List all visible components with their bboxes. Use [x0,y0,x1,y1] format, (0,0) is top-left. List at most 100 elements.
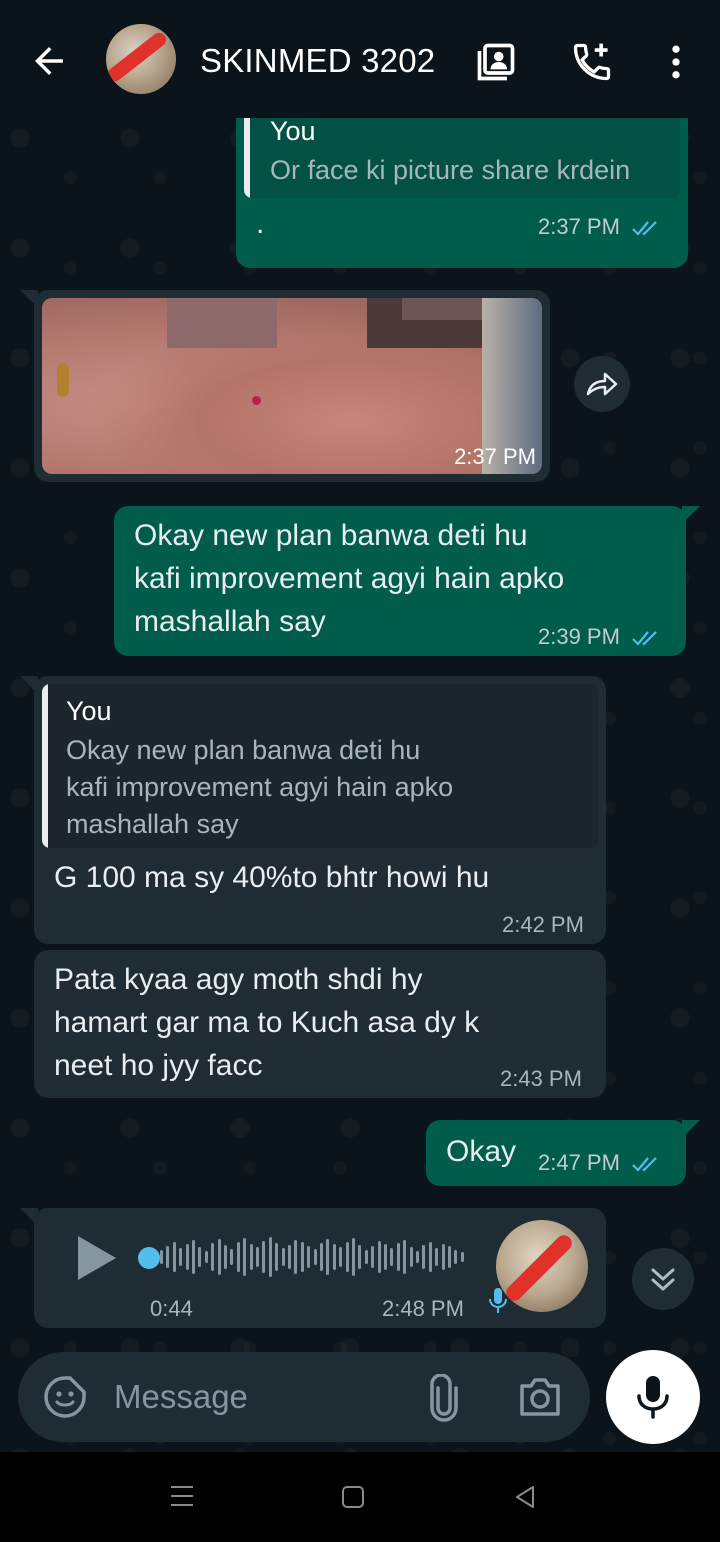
waveform-bar [160,1250,163,1264]
play-icon[interactable] [74,1234,118,1282]
waveform-bar [448,1246,451,1268]
waveform-bar [256,1247,259,1267]
read-ticks-icon [632,1157,657,1172]
waveform-bar [435,1248,439,1266]
waveform-bar [352,1238,355,1276]
message-input[interactable]: Message [114,1378,248,1416]
image-message[interactable]: 2:37 PM [20,290,550,482]
message-incoming[interactable]: You Okay new plan banwa deti hu kafi imp… [20,676,606,944]
waveform-bar [384,1244,387,1270]
message-incoming[interactable]: Pata kyaa agy moth shdi hy hamart gar ma… [34,950,606,1098]
waveform-bar [268,1237,272,1277]
double-chevron-down-icon [651,1268,675,1291]
voice-waveform[interactable] [160,1232,470,1282]
more-vertical-icon[interactable] [654,40,698,84]
waveform-bar [217,1239,221,1275]
waveform-bar [166,1246,170,1268]
waveform-bar [422,1245,426,1269]
waveform-bar [396,1243,400,1271]
waveform-bar [364,1250,368,1264]
waveform-bar [320,1243,323,1271]
waveform-bar [179,1248,183,1266]
scroll-down-button[interactable] [632,1248,694,1310]
waveform-bar [262,1241,266,1273]
message-outgoing[interactable]: Okay 2:47 PM [426,1120,700,1186]
read-ticks-icon [632,631,657,646]
message-time: 2:42 PM [502,912,584,937]
waveform-bar [403,1240,407,1274]
message-text: Okay [446,1135,517,1168]
message-outgoing[interactable]: Okay new plan banwa deti hu kafi improve… [114,506,700,656]
message-text: Okay new plan banwa deti hu kafi improve… [134,519,565,638]
waveform-bar [326,1239,330,1275]
waveform-bar [243,1238,247,1276]
recent-apps-icon[interactable] [168,1482,196,1510]
add-call-icon[interactable] [570,40,614,84]
message-text: Pata kyaa agy moth shdi hy hamart gar ma… [54,963,480,1082]
contact-avatar[interactable] [106,24,176,94]
back-nav-icon[interactable] [512,1484,538,1510]
waveform-bar [428,1242,432,1272]
message-time: 2:37 PM [454,444,536,469]
quoted-message[interactable]: You Or face ki picture share krdein [244,118,680,198]
waveform-bar [313,1249,317,1265]
message-time: 2:43 PM [500,1066,582,1091]
waveform-bar [416,1251,419,1263]
waveform-bar [236,1242,240,1272]
waveform-bar [211,1243,215,1271]
chat-header: SKINMED 3202 [0,0,720,118]
forward-button[interactable] [574,356,630,412]
quoted-message[interactable]: You Okay new plan banwa deti hu kafi imp… [42,684,598,848]
quoted-text: Okay new plan banwa deti hu kafi improve… [66,735,454,839]
waveform-bar [275,1243,279,1271]
waveform-bar [454,1250,458,1264]
waveform-bar [339,1247,343,1267]
waveform-bar [300,1242,304,1272]
playback-position-handle[interactable] [138,1247,160,1269]
sticker-icon[interactable] [42,1374,88,1420]
waveform-bar [288,1245,291,1269]
system-navigation-bar [0,1452,720,1542]
waveform-bar [204,1251,208,1263]
read-ticks-icon [632,221,657,236]
contact-card-icon[interactable] [474,40,518,84]
waveform-bar [441,1244,445,1270]
waveform-bar [332,1244,336,1270]
waveform-bar [185,1244,189,1270]
message-time: 2:39 PM [538,624,662,650]
home-icon[interactable] [340,1484,366,1510]
forward-icon [586,372,618,396]
message-text: G 100 ma sy 40%to bhtr howi hu [54,861,490,894]
message-time: 2:37 PM [538,214,662,240]
message-time: 2:47 PM [538,1150,662,1176]
camera-icon[interactable] [518,1376,562,1418]
waveform-bar [371,1246,375,1268]
waveform-bar [460,1252,464,1262]
waveform-bar [192,1240,195,1274]
voice-record-button[interactable] [606,1350,700,1444]
waveform-bar [198,1247,202,1267]
waveform-bar [307,1246,311,1268]
message-outgoing[interactable]: You Or face ki picture share krdein . 2:… [236,118,688,268]
waveform-bar [358,1245,362,1269]
quoted-sender: You [66,696,112,726]
arrow-left-icon[interactable] [28,40,70,82]
paperclip-icon[interactable] [422,1374,466,1422]
waveform-bar [281,1248,285,1266]
mic-icon [637,1376,669,1419]
quoted-text: Or face ki picture share krdein [270,155,631,185]
waveform-bar [409,1247,413,1267]
waveform-bar [377,1241,381,1273]
message-time: 2:48 PM [382,1296,464,1321]
waveform-bar [345,1242,349,1272]
waveform-bar [294,1240,298,1274]
waveform-bar [249,1244,253,1270]
waveform-bar [224,1245,227,1269]
voice-duration: 0:44 [150,1296,193,1321]
waveform-bar [390,1248,394,1266]
message-text: . [256,207,265,240]
sender-avatar [496,1220,588,1312]
waveform-bar [230,1249,234,1265]
quoted-sender: You [270,118,316,146]
contact-name[interactable]: SKINMED 3202 [200,42,435,80]
